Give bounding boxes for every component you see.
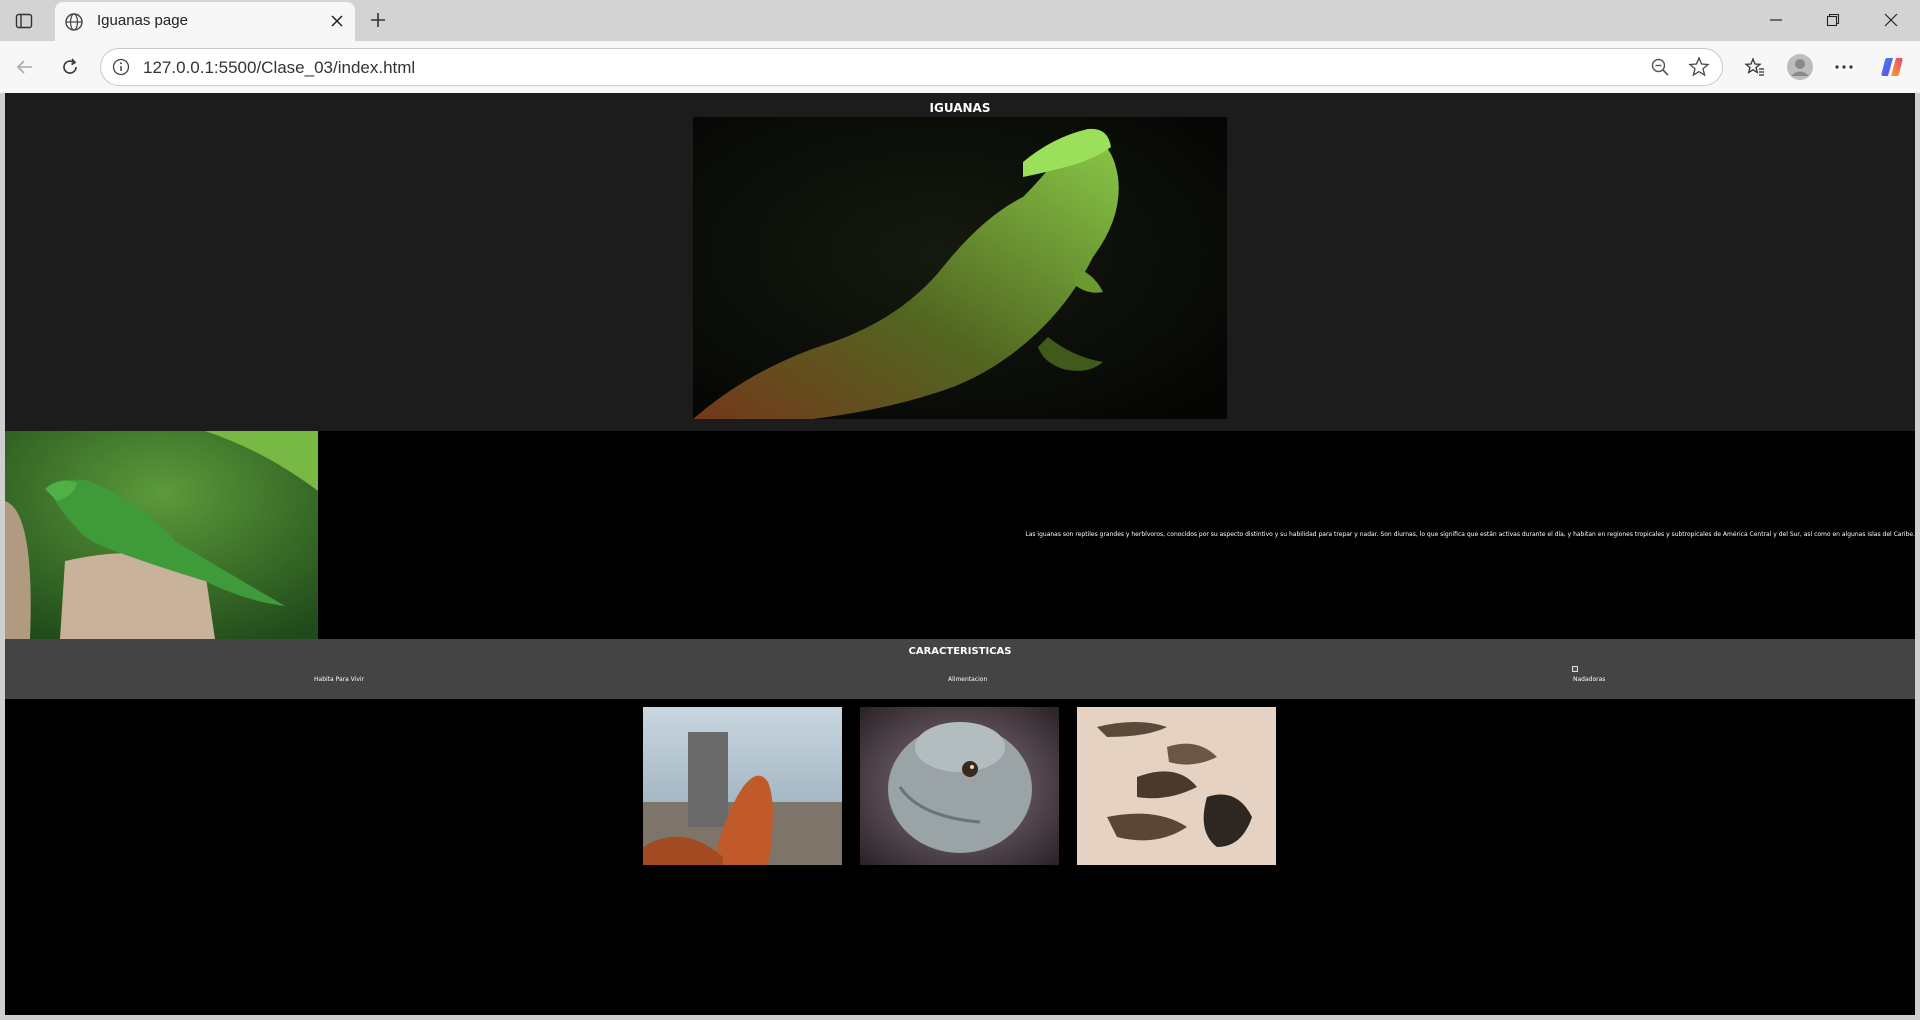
info-icon[interactable] xyxy=(112,58,130,76)
tab-actions-icon[interactable] xyxy=(12,9,36,33)
address-bar[interactable]: 127.0.0.1:5500/Clase_03/index.html xyxy=(100,48,1723,86)
star-icon[interactable] xyxy=(1688,56,1710,78)
url-text[interactable]: 127.0.0.1:5500/Clase_03/index.html xyxy=(143,58,415,78)
intro-section: Las iguanas son reptiles grandes y herbí… xyxy=(5,431,1915,639)
globe-icon xyxy=(64,12,84,32)
window-close-icon[interactable] xyxy=(1871,8,1911,32)
restore-icon[interactable] xyxy=(1813,8,1853,32)
hero-section: IGUANAS xyxy=(5,93,1915,431)
favorites-icon[interactable] xyxy=(1740,52,1770,82)
back-icon[interactable] xyxy=(11,53,39,81)
profile-icon[interactable] xyxy=(1785,52,1815,82)
intro-paragraph: Las iguanas son reptiles grandes y herbí… xyxy=(1025,531,1915,538)
zoom-out-icon[interactable] xyxy=(1650,57,1670,77)
plus-icon[interactable] xyxy=(366,8,390,32)
features-section: CARACTERISTICAS Habita Para Vivir Alimen… xyxy=(5,639,1915,699)
refresh-icon[interactable] xyxy=(56,53,84,81)
tab-bar: Iguanas page xyxy=(0,0,1920,41)
browser-tab[interactable]: Iguanas page xyxy=(55,2,355,41)
page-title: IGUANAS xyxy=(929,101,991,115)
copilot-icon[interactable] xyxy=(1877,52,1907,82)
feature-food: Alimentacion xyxy=(948,676,988,683)
feature-swimmers: Nadadoras xyxy=(1573,676,1606,683)
more-icon[interactable] xyxy=(1829,52,1859,82)
gallery-image-iguana-group xyxy=(1077,707,1276,865)
browser-toolbar: 127.0.0.1:5500/Clase_03/index.html xyxy=(0,41,1920,93)
features-title: CARACTERISTICAS xyxy=(908,646,1012,657)
gallery-image-beach-iguana xyxy=(643,707,842,865)
minimize-icon[interactable] xyxy=(1756,8,1796,32)
intro-iguana-image xyxy=(5,431,318,639)
page-viewport: IGUANAS Las iguanas son reptiles grandes… xyxy=(5,93,1915,1015)
close-icon[interactable] xyxy=(327,11,347,31)
tab-title: Iguanas page xyxy=(97,12,188,29)
gallery-image-iguana-head xyxy=(860,707,1059,865)
broken-image-icon xyxy=(1572,666,1578,672)
hero-iguana-image xyxy=(693,117,1227,419)
feature-habitat: Habita Para Vivir xyxy=(314,676,365,683)
